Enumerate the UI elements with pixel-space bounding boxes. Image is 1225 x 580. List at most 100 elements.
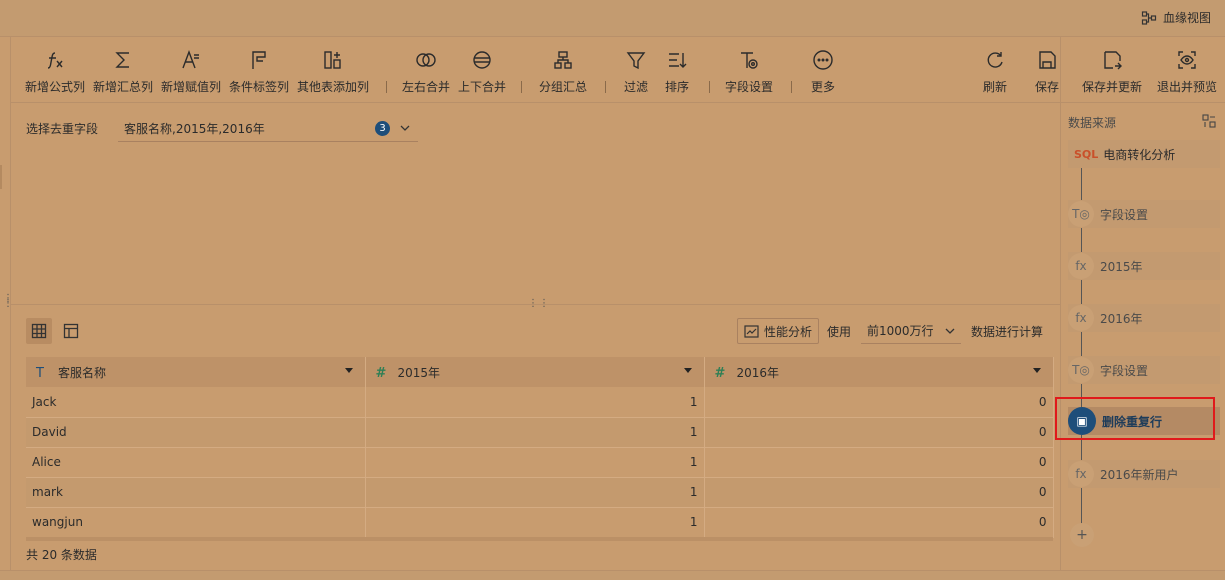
number-type-icon: # <box>714 365 726 381</box>
table-cell: 0 <box>704 507 1054 538</box>
tool-label: 左右合并 <box>402 80 451 94</box>
tool-label: 保存 <box>1035 80 1060 94</box>
pipeline-step[interactable]: fx 2016年新用户 <box>1068 460 1220 488</box>
chart-analysis-icon <box>744 324 759 338</box>
table-cell: mark <box>26 477 366 508</box>
sigma-icon <box>115 52 129 68</box>
column-name: 客服名称 <box>58 365 107 380</box>
pipeline-step[interactable]: fx 2016年 <box>1068 304 1220 332</box>
column-header[interactable]: #2015年 <box>365 357 705 387</box>
dedup-field-select[interactable]: 客服名称,2015年,2016年 3 <box>118 116 418 142</box>
main-toolbar: 新增公式列 新增汇总列 新增赋值列 条件标签列 其他表添加列 左右合并 上下合并… <box>11 37 1060 103</box>
view-toggle <box>26 318 84 344</box>
more-icon <box>813 50 833 70</box>
bottom-bar <box>0 570 1225 580</box>
column-name: 2015年 <box>397 365 441 380</box>
table-cell: 1 <box>365 477 705 508</box>
layout-view-button[interactable] <box>58 318 84 344</box>
lineage-view-button[interactable]: 血缘视图 <box>1141 9 1211 26</box>
table-cell: 1 <box>365 447 705 478</box>
formula-icon <box>47 52 63 69</box>
number-type-icon: # <box>375 365 387 381</box>
condition-tag-column-button[interactable]: 条件标签列 <box>229 49 289 95</box>
source-node[interactable]: SQL 电商转化分析 <box>1068 140 1220 168</box>
chevron-down-icon <box>400 125 410 131</box>
step-label: 字段设置 <box>1100 363 1149 378</box>
tool-label: 排序 <box>665 80 690 94</box>
tool-label: 条件标签列 <box>229 80 290 94</box>
data-source-title: 数据来源 <box>1068 116 1117 130</box>
column-header[interactable]: T 客服名称 <box>26 357 366 387</box>
column-menu-caret-icon[interactable] <box>683 368 692 373</box>
filter-icon <box>626 52 646 70</box>
field-settings-button[interactable]: 字段设置 <box>725 49 773 95</box>
formula-icon: fx <box>1068 305 1094 331</box>
tool-label: 字段设置 <box>725 80 774 94</box>
sql-icon: SQL <box>1074 147 1099 161</box>
tool-label: 新增赋值列 <box>161 80 222 94</box>
pipeline-step[interactable]: T◎ 字段设置 <box>1068 356 1220 384</box>
table-cell: 0 <box>704 477 1054 508</box>
add-assign-column-button[interactable]: 新增赋值列 <box>161 49 221 95</box>
refresh-icon <box>987 52 1003 68</box>
column-header[interactable]: #2016年 <box>704 357 1054 387</box>
table-cell: Jack <box>26 387 366 418</box>
tool-label: 过滤 <box>624 80 649 94</box>
source-label: 电商转化分析 <box>1103 147 1176 162</box>
expand-icon[interactable] <box>1202 114 1216 128</box>
assign-icon <box>182 50 199 69</box>
add-summary-column-button[interactable]: 新增汇总列 <box>93 49 153 95</box>
horizontal-merge-button[interactable]: 左右合并 <box>402 49 450 95</box>
table-cell: 1 <box>365 387 705 418</box>
group-summary-button[interactable]: 分组汇总 <box>539 49 587 95</box>
table-cell: 0 <box>704 447 1054 478</box>
add-column-icon <box>324 51 341 69</box>
column-menu-caret-icon[interactable] <box>344 368 353 373</box>
save-button[interactable]: 保存 <box>1035 49 1059 95</box>
dedup-selected-value: 客服名称,2015年,2016年 <box>124 122 265 136</box>
add-formula-column-button[interactable]: 新增公式列 <box>25 49 85 95</box>
lineage-icon <box>1141 10 1157 25</box>
vertical-merge-icon <box>473 51 491 69</box>
resize-handle[interactable]: ⋮⋮ <box>528 298 550 309</box>
table-cell: wangjun <box>26 507 366 538</box>
table-row: Alice 1 0 <box>26 447 1054 478</box>
use-label: 使用 <box>827 325 852 339</box>
table-row: wangjun 1 0 <box>26 507 1054 538</box>
layout-icon <box>63 323 79 339</box>
pipeline-step[interactable]: T◎ 字段设置 <box>1068 200 1220 228</box>
tool-label: 分组汇总 <box>539 80 588 94</box>
lineage-label: 血缘视图 <box>1162 11 1211 25</box>
column-menu-caret-icon[interactable] <box>1032 368 1041 373</box>
dedup-config: 选择去重字段 客服名称,2015年,2016年 3 <box>26 120 418 142</box>
table-cell: 1 <box>365 507 705 538</box>
row-limit-select[interactable]: 前1000万行 <box>861 318 961 344</box>
step-label: 2015年 <box>1100 259 1143 274</box>
chevron-down-icon <box>945 328 955 334</box>
grid-view-button[interactable] <box>26 318 52 344</box>
add-step-button[interactable]: + <box>1070 523 1094 547</box>
tool-label: 新增汇总列 <box>93 80 154 94</box>
filter-button[interactable]: 过滤 <box>624 49 648 95</box>
step-label: 字段设置 <box>1100 207 1149 222</box>
refresh-button[interactable]: 刷新 <box>983 49 1007 95</box>
pipeline-step[interactable]: fx 2015年 <box>1068 252 1220 280</box>
sort-button[interactable]: 排序 <box>665 49 689 95</box>
step-label: 2016年新用户 <box>1100 467 1179 482</box>
add-column-from-table-button[interactable]: 其他表添加列 <box>297 49 369 95</box>
text-type-icon: T <box>36 365 44 381</box>
top-bar: 血缘视图 <box>0 0 1225 37</box>
table-cell: Alice <box>26 447 366 478</box>
total-count: 共 20 条数据 <box>26 548 97 562</box>
table-row: mark 1 0 <box>26 477 1054 508</box>
formula-icon: fx <box>1068 461 1094 487</box>
selected-count-badge: 3 <box>375 121 390 136</box>
horizontal-scrollbar[interactable] <box>26 537 1053 541</box>
table-row: Jack 1 0 <box>26 387 1054 418</box>
more-button[interactable]: 更多 <box>811 49 835 95</box>
selection-highlight <box>1055 397 1215 440</box>
tool-label: 其他表添加列 <box>297 80 370 94</box>
field-settings-icon: T◎ <box>1068 357 1094 383</box>
performance-analysis-button[interactable]: 性能分析 <box>737 318 820 344</box>
vertical-merge-button[interactable]: 上下合并 <box>458 49 506 95</box>
